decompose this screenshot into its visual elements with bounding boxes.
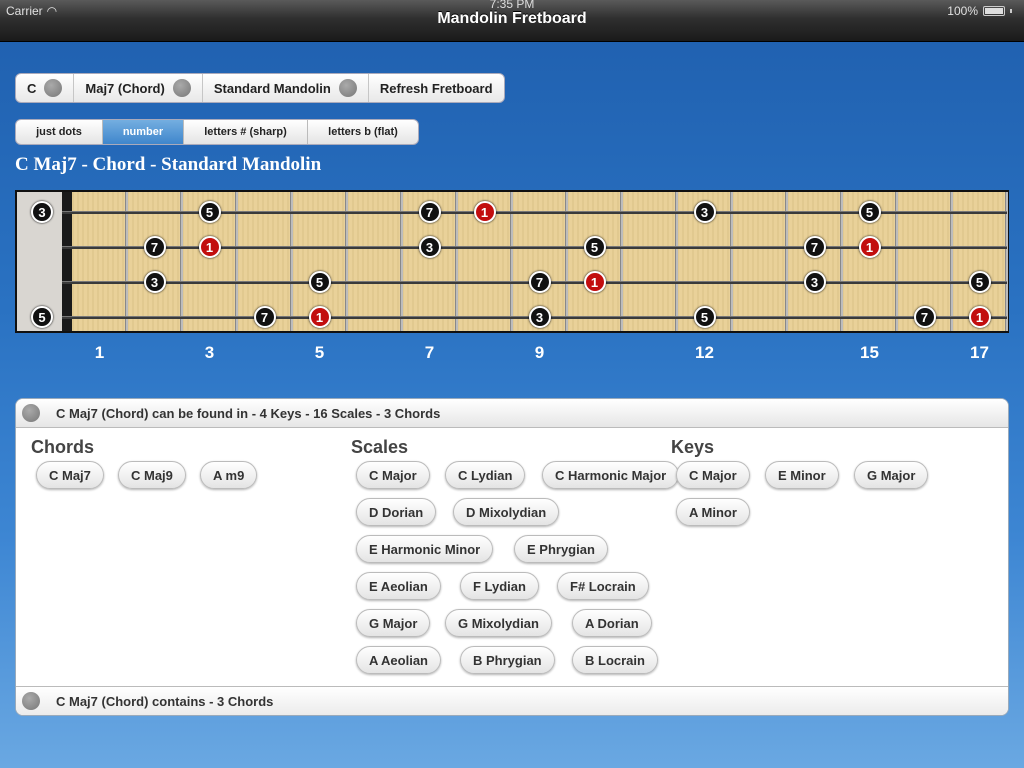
key-picker-knob-icon	[44, 79, 63, 97]
scales-title: Scales	[351, 437, 409, 457]
mode-letters-flat[interactable]: letters b (flat)	[308, 120, 418, 144]
root-note-dot[interactable]: 1	[198, 236, 221, 258]
chord-picker-knob-icon	[172, 79, 191, 97]
keys-title: Keys	[671, 437, 715, 457]
mode-just-dots[interactable]: just dots	[16, 120, 103, 144]
note-dot[interactable]: 3	[418, 236, 441, 258]
note-dot[interactable]: 3	[31, 201, 53, 223]
fret-number-label: 3	[204, 343, 215, 362]
result-pill[interactable]: D Mixolydian	[453, 498, 560, 526]
result-pill[interactable]: C Major	[356, 461, 430, 489]
note-dot[interactable]: 5	[693, 306, 716, 328]
chords-title: Chords	[31, 437, 94, 457]
found-in-panel: C Maj7 (Chord) can be found in - 4 Keys …	[15, 398, 1009, 716]
note-dot[interactable]: 7	[418, 201, 441, 223]
note-dot[interactable]: 7	[913, 306, 936, 328]
mode-letters-sharp[interactable]: letters # (sharp)	[184, 120, 308, 144]
result-pill[interactable]: F Lydian	[460, 572, 539, 600]
key-picker[interactable]: C	[16, 74, 75, 102]
result-pill[interactable]: C Major	[676, 461, 750, 489]
note-dot[interactable]: 5	[308, 271, 331, 293]
note-dot[interactable]: 7	[803, 236, 826, 258]
result-pill[interactable]: C Lydian	[445, 461, 526, 489]
fret-number-label: 12	[695, 343, 714, 362]
result-pill[interactable]: D Dorian	[356, 498, 437, 526]
fretboard[interactable]: 3 5 7 1 3 5 7 1 3 5 7 1 3 5 7 1 3 5 5 7 1 3 5 7 1	[15, 190, 1009, 333]
result-pill[interactable]: C Maj7	[36, 461, 104, 489]
nav-title: Mandolin Fretboard	[437, 10, 587, 27]
refresh-label: Refresh Fretboard	[379, 80, 493, 96]
tuning-picker-knob-icon	[338, 79, 357, 97]
top-bar: Carrier ◠ 7:35 PM 100% Mandolin Fretboar…	[0, 0, 1024, 42]
result-pill[interactable]: E Harmonic Minor	[356, 535, 494, 563]
key-label: C	[27, 80, 37, 96]
mode-number[interactable]: number	[103, 120, 184, 144]
result-pill[interactable]: G Mixolydian	[445, 609, 552, 637]
result-pill[interactable]: A Aeolian	[356, 646, 441, 674]
chord-title: C Maj7 - Chord - Standard Mandolin	[15, 154, 322, 175]
note-dot[interactable]: 7	[528, 271, 551, 293]
refresh-fretboard-button[interactable]: Refresh Fretboard	[369, 74, 504, 102]
note-dot[interactable]: 5	[583, 236, 606, 258]
result-pill[interactable]: G Major	[854, 461, 929, 489]
result-pill[interactable]: A Minor	[676, 498, 750, 526]
result-pill[interactable]: G Major	[356, 609, 431, 637]
result-pill[interactable]: E Phrygian	[514, 535, 608, 563]
tuning-label: Standard Mandolin	[213, 80, 331, 96]
chord-label: Maj7 (Chord)	[85, 80, 165, 96]
tuning-picker[interactable]: Standard Mandolin	[203, 74, 369, 102]
fret-number-label: 1	[94, 343, 105, 362]
result-pill[interactable]: A Dorian	[572, 609, 652, 637]
result-pill[interactable]: E Aeolian	[356, 572, 441, 600]
result-pill[interactable]: E Minor	[765, 461, 839, 489]
root-note-dot[interactable]: 1	[473, 201, 496, 223]
note-dot[interactable]: 3	[143, 271, 166, 293]
fret-number-label: 17	[970, 343, 989, 362]
root-note-dot[interactable]: 1	[308, 306, 331, 328]
fret-number-label: 5	[314, 343, 325, 362]
note-dot[interactable]: 7	[143, 236, 166, 258]
expand-toggle-icon	[22, 404, 40, 422]
found-in-header-label: C Maj7 (Chord) can be found in - 4 Keys …	[56, 405, 441, 421]
note-dot[interactable]: 3	[803, 271, 826, 293]
result-pill[interactable]: B Phrygian	[460, 646, 555, 674]
note-dot[interactable]: 3	[528, 306, 551, 328]
chord-picker[interactable]: Maj7 (Chord)	[74, 74, 203, 102]
display-mode-control: just dots number letters # (sharp) lette…	[15, 119, 419, 145]
result-pill[interactable]: C Harmonic Major	[542, 461, 680, 489]
result-pill[interactable]: F# Locrain	[557, 572, 649, 600]
note-dot[interactable]: 5	[31, 306, 53, 328]
root-note-dot[interactable]: 1	[968, 306, 991, 328]
contains-footer-label: C Maj7 (Chord) contains - 3 Chords	[56, 693, 274, 709]
note-dot[interactable]: 5	[968, 271, 991, 293]
note-dot[interactable]: 5	[858, 201, 881, 223]
root-note-dot[interactable]: 1	[583, 271, 606, 293]
result-pill[interactable]: A m9	[200, 461, 258, 489]
note-dot[interactable]: 7	[253, 306, 276, 328]
contains-toggle-icon	[22, 692, 40, 710]
fret-number-label: 7	[424, 343, 435, 362]
fret-number-label: 15	[860, 343, 879, 362]
result-pill[interactable]: B Locrain	[572, 646, 658, 674]
found-in-header[interactable]: C Maj7 (Chord) can be found in - 4 Keys …	[16, 399, 1008, 428]
result-pill[interactable]: C Maj9	[118, 461, 186, 489]
root-note-dot[interactable]: 1	[858, 236, 881, 258]
chord-selector: C Maj7 (Chord) Standard Mandolin Refresh…	[15, 73, 505, 103]
note-dot[interactable]: 5	[198, 201, 221, 223]
fret-number-label: 9	[534, 343, 545, 362]
note-dot[interactable]: 3	[693, 201, 716, 223]
contains-footer[interactable]: C Maj7 (Chord) contains - 3 Chords	[16, 686, 1008, 715]
